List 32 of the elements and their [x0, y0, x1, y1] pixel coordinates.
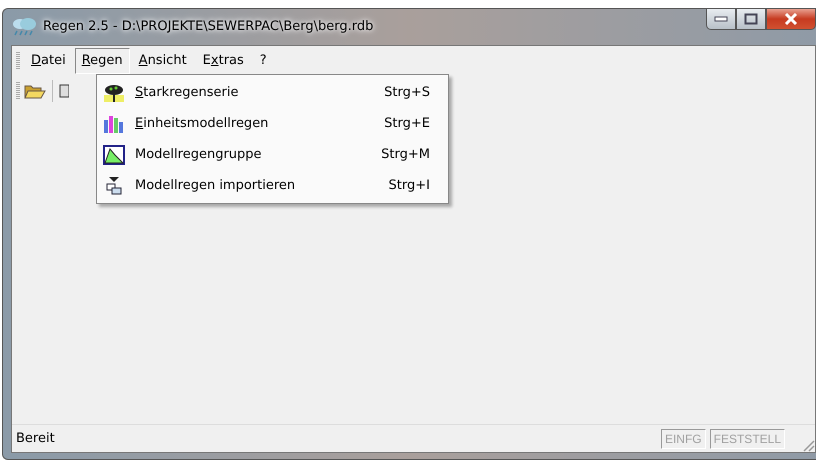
menu-entry[interactable]: Einheitsmodellregen Strg+E [99, 108, 446, 139]
close-button[interactable] [766, 8, 816, 30]
entry-label: Starkregenserie [135, 84, 238, 102]
close-icon [784, 13, 798, 25]
status-indicator: FESTSTELL [710, 428, 785, 448]
status-indicator: EINFG [660, 428, 706, 448]
entry-label: Modellregengruppe [135, 146, 262, 164]
storm-cloud-icon [103, 82, 125, 102]
menu-entry[interactable]: Modellregengruppe Strg+M [99, 139, 446, 170]
bar-chart-icon [103, 114, 125, 134]
menu-entry[interactable]: Modellregen importieren Strg+I [99, 170, 446, 201]
shortcut-label: Strg+E [384, 114, 430, 133]
menu-entry[interactable]: Starkregenserie Strg+S [99, 77, 446, 108]
menu-item[interactable]: Extras [196, 48, 251, 74]
minimize-icon [714, 16, 728, 22]
shortcut-label: Strg+M [381, 146, 430, 164]
minimize-button[interactable] [706, 8, 736, 30]
menu-item[interactable]: Datei [24, 48, 73, 74]
maximize-button[interactable] [736, 8, 766, 30]
cloud-icon [11, 17, 37, 37]
menu-item[interactable]: Ansicht [132, 48, 194, 74]
resize-grip-icon [801, 438, 815, 452]
shortcut-label: Strg+I [388, 176, 430, 195]
window-title: Regen 2.5 - D:\PROJEKTE\SEWERPAC\Berg\berg.rdb [43, 18, 374, 36]
menu-item[interactable]: ? [252, 48, 274, 74]
shortcut-label: Strg+S [384, 84, 430, 102]
entry-label: Modellregen importieren [135, 176, 296, 195]
menu-item[interactable]: Regen [74, 48, 130, 74]
entry-label: Einheitsmodellregen [135, 114, 268, 133]
curve-chart-icon [103, 144, 125, 164]
status-text: Bereit [16, 430, 56, 448]
maximize-icon [744, 13, 758, 25]
